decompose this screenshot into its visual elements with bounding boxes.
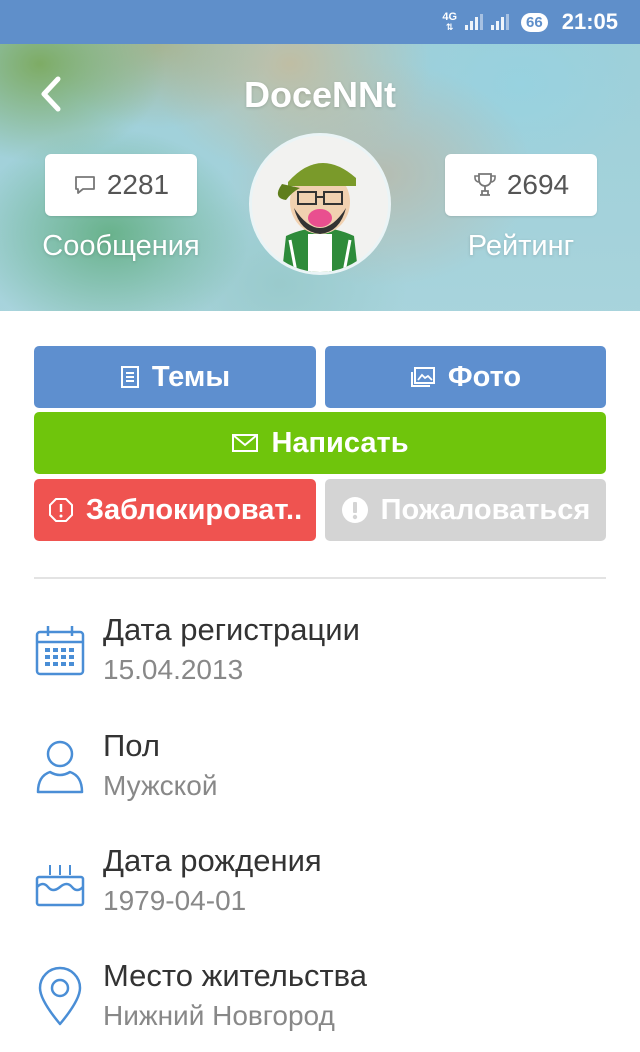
rating-label: Рейтинг [467,230,575,262]
document-icon [120,366,139,388]
avatar[interactable] [249,133,391,275]
cake-icon [35,865,85,907]
info-location: Место жительства Нижний Новгород [0,958,640,1052]
block-user-button[interactable]: Заблокироват.. [34,479,316,541]
block-icon [48,498,73,522]
battery-indicator: 66 [521,12,548,32]
messages-count-box[interactable]: 2281 [45,154,197,216]
network-indicator: 4G ⇅ [442,11,458,33]
registration-value: 15.04.2013 [103,654,244,685]
calendar-icon [35,626,85,676]
alert-icon [341,497,368,523]
location-title: Место жительства [103,958,368,993]
themes-button[interactable]: Темы [34,346,316,408]
rating-count-box[interactable]: 2694 [445,154,597,216]
info-gender: Пол Мужской [0,728,640,828]
write-label: Написать [271,426,409,459]
clock: 21:05 [561,9,618,34]
messages-count: 2281 [106,169,170,200]
location-pin-icon [38,966,82,1026]
themes-label: Темы [151,360,231,393]
username-title: DoceNNt [243,74,396,115]
birthday-value: 1979-04-01 [103,885,247,916]
avatar-image [252,136,388,272]
info-birthday: Дата рождения 1979-04-01 [0,843,640,943]
profile-header: DoceNNt 2281 Сообщения 2694 Рейтинг [0,44,640,311]
photos-icon [410,367,435,387]
photo-label: Фото [447,360,522,393]
divider [34,577,606,579]
speech-bubble-icon [74,176,95,194]
registration-title: Дата регистрации [103,612,360,647]
block-label: Заблокироват.. [85,493,303,526]
person-icon [36,740,84,794]
envelope-icon [232,434,259,452]
location-value: Нижний Новгород [103,1000,335,1031]
trophy-icon [474,173,496,196]
signal-icon-2 [491,14,510,30]
gender-title: Пол [103,728,160,763]
photo-button[interactable]: Фото [325,346,606,408]
report-label: Пожаловаться [380,493,591,526]
birthday-title: Дата рождения [103,843,322,878]
report-user-button[interactable]: Пожаловаться [325,479,606,541]
messages-label: Сообщения [42,230,200,262]
gender-value: Мужской [103,770,218,801]
info-registration-date: Дата регистрации 15.04.2013 [0,612,640,712]
rating-count: 2694 [506,169,570,200]
signal-icon [465,14,484,30]
write-message-button[interactable]: Написать [34,412,606,474]
status-bar: 4G ⇅ 66 21:05 [0,0,640,44]
